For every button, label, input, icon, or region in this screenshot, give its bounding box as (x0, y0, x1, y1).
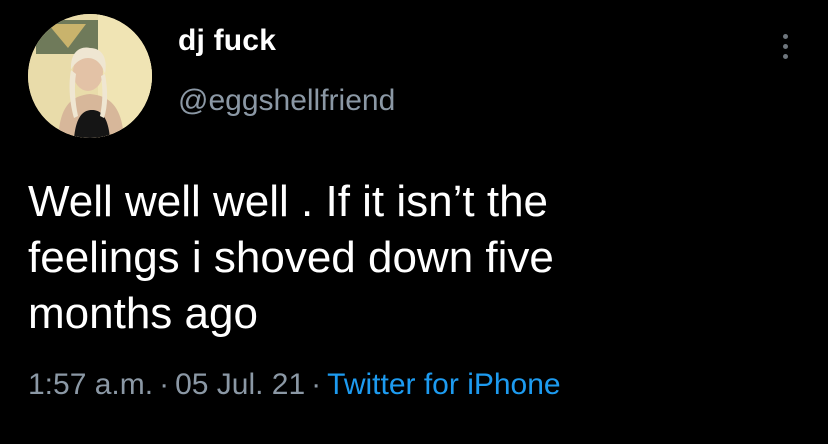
separator: · (311, 368, 322, 401)
tweet-text-line: Well well well . If it isn’t the (28, 177, 549, 226)
tweet-time[interactable]: 1:57 a.m. (28, 368, 153, 401)
tweet-text-line: feelings i shoved down five (28, 233, 554, 282)
more-vertical-icon (782, 53, 788, 59)
tweet-text: Well well well . If it isn’t the feeling… (28, 174, 798, 342)
user-handle[interactable]: @eggshellfriend (178, 84, 395, 118)
tweet-source-link[interactable]: Twitter for iPhone (327, 368, 560, 401)
avatar[interactable] (28, 14, 152, 138)
tweet-card: dj fuck @eggshellfriend Well well well .… (0, 0, 828, 444)
separator: · (159, 368, 170, 401)
tweet-date[interactable]: 05 Jul. 21 (175, 368, 305, 401)
display-name[interactable]: dj fuck (178, 24, 276, 58)
more-options-button[interactable] (770, 24, 800, 68)
tweet-metadata: 1:57 a.m. · 05 Jul. 21 · Twitter for iPhone (28, 368, 561, 402)
tweet-text-line: months ago (28, 289, 258, 338)
more-vertical-icon (782, 43, 788, 49)
more-vertical-icon (782, 33, 788, 39)
